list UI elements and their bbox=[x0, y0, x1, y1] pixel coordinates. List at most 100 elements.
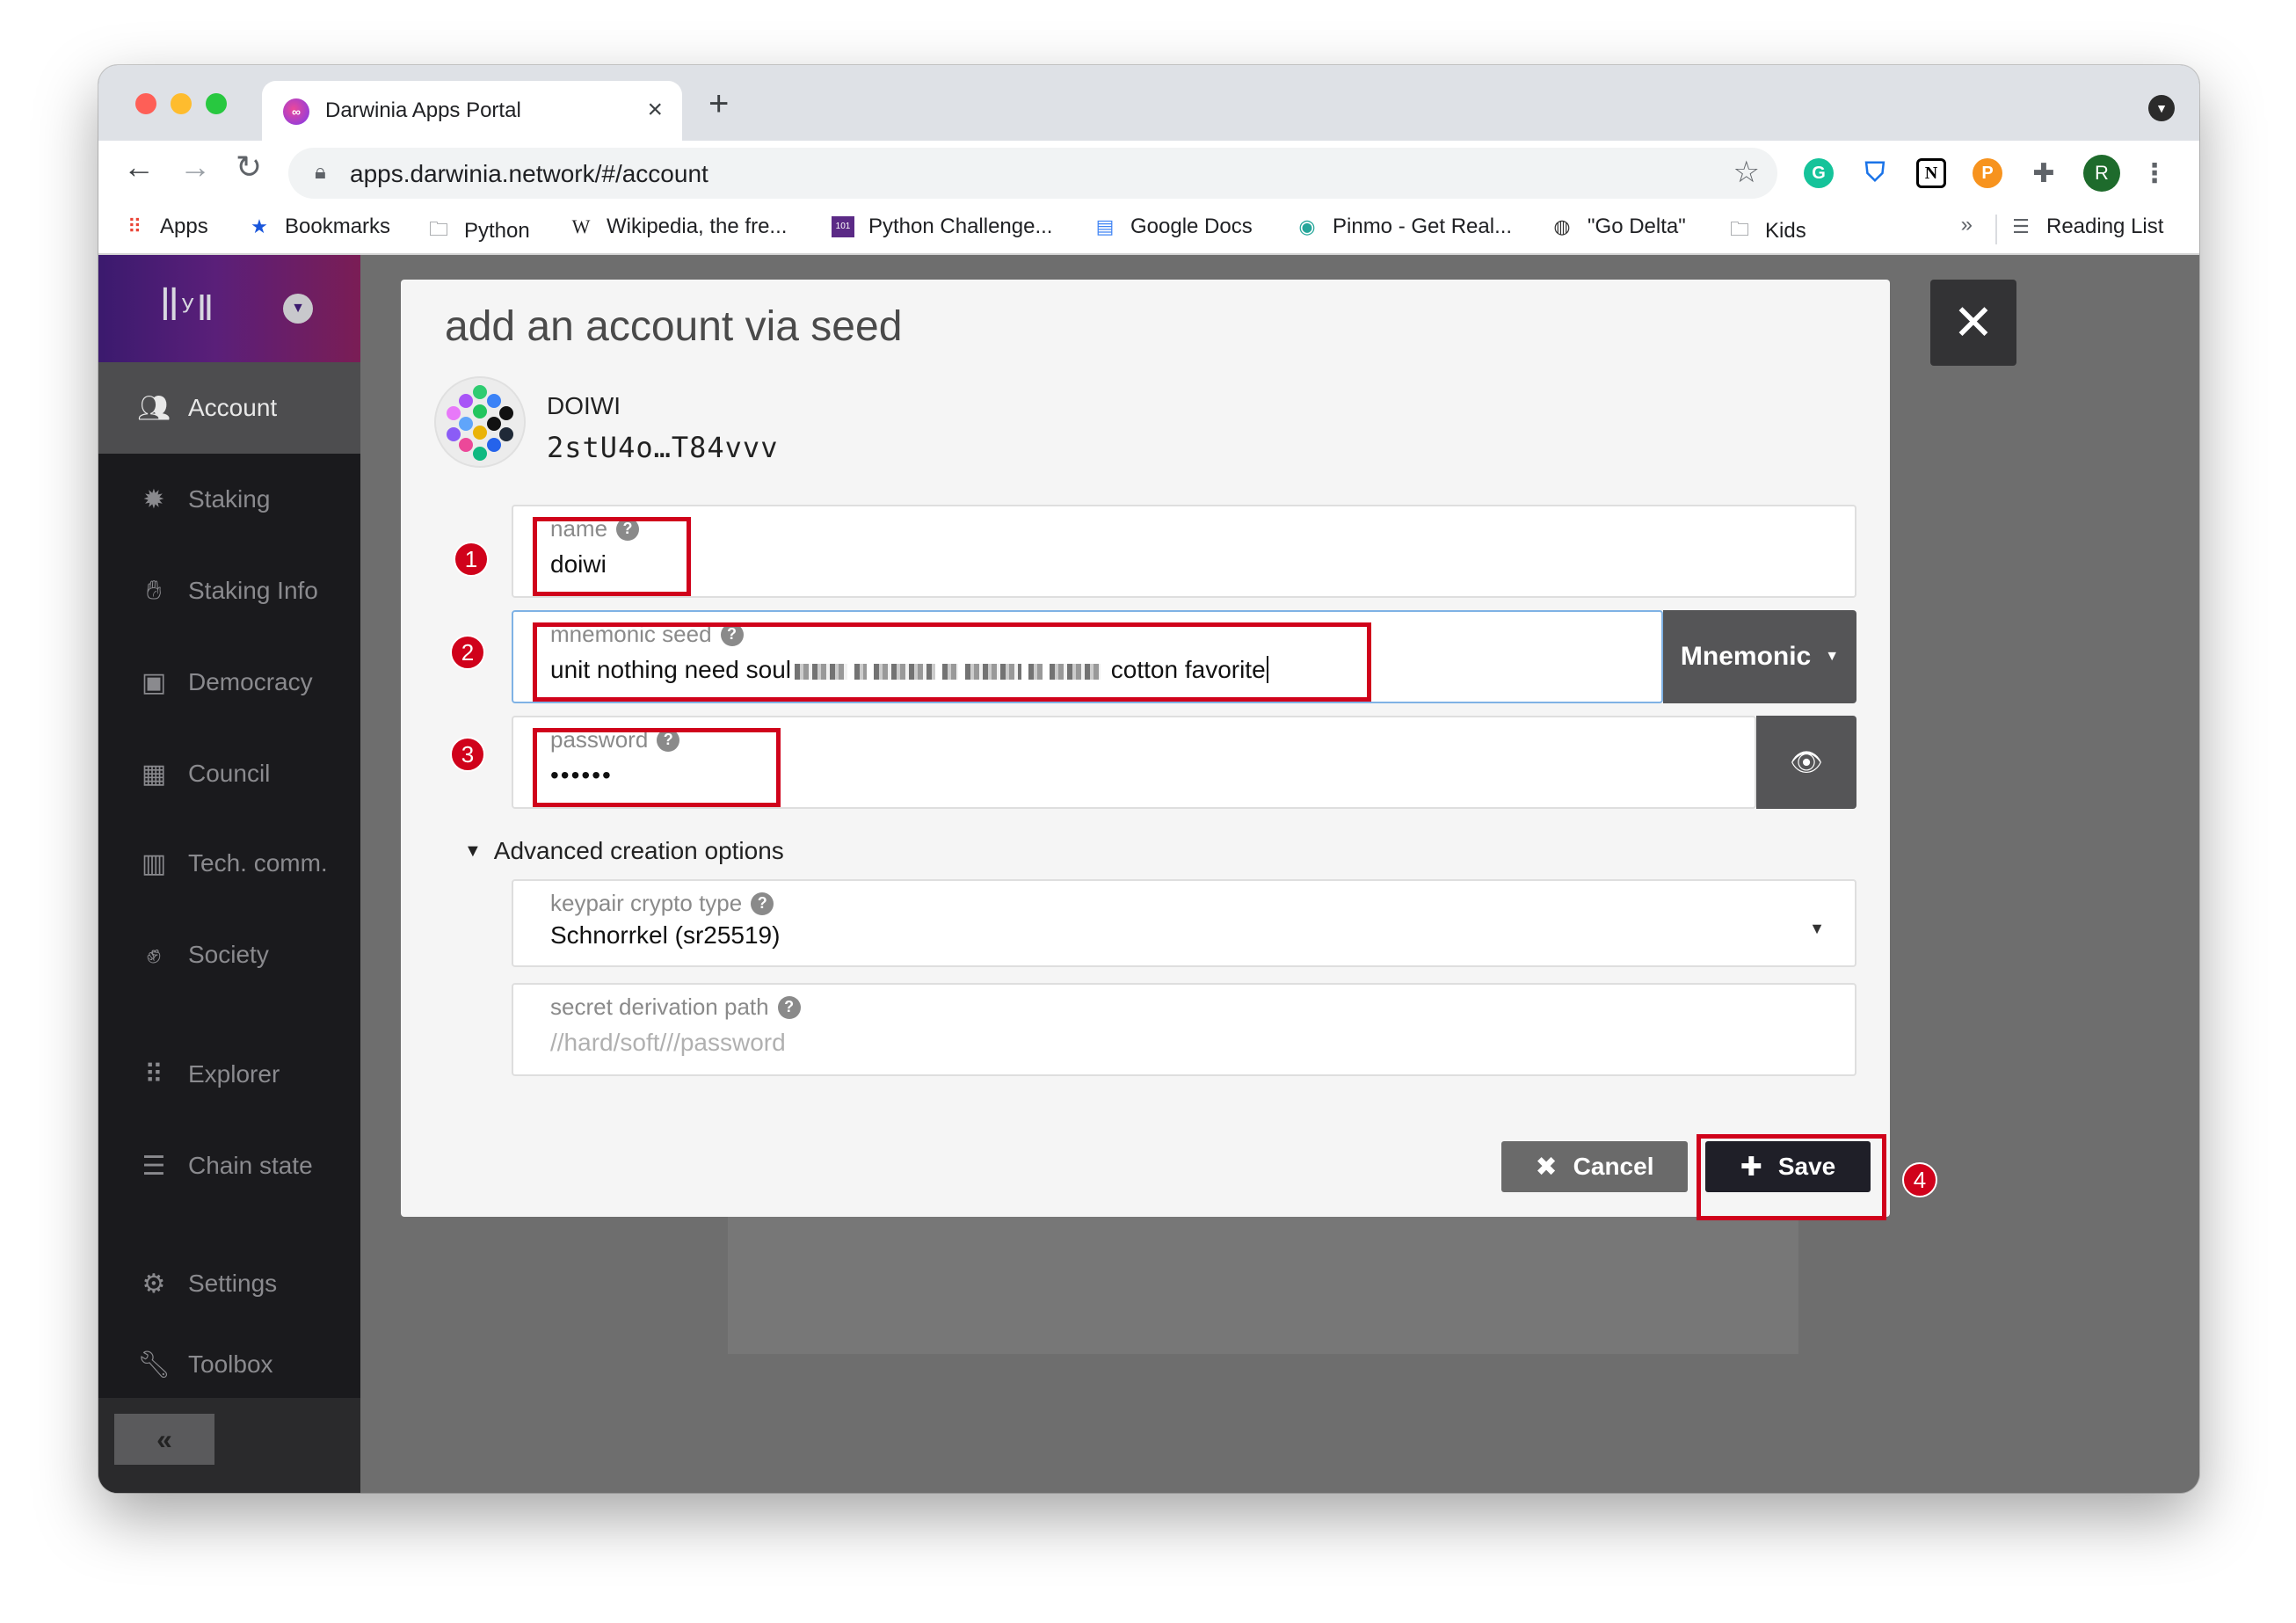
bookmark-python-challenge[interactable]: 101 Python Challenge... bbox=[832, 215, 1052, 239]
close-window-button[interactable] bbox=[135, 93, 156, 114]
annotation-box-save bbox=[1697, 1134, 1886, 1220]
account-name-preview: DOIWI bbox=[547, 392, 621, 419]
bookmark-label: Bookmarks bbox=[285, 215, 391, 238]
bookmark-python[interactable]: 🗀 Python bbox=[427, 215, 530, 248]
bookmark-wikipedia[interactable]: W Wikipedia, the fre... bbox=[570, 215, 788, 239]
sidebar-item-label: Explorer bbox=[188, 1060, 280, 1088]
close-modal-icon[interactable]: ✕ bbox=[1930, 280, 2016, 366]
sidebar-item-label: Council bbox=[188, 760, 271, 787]
sidebar-item-label: Tech. comm. bbox=[188, 849, 328, 877]
help-icon[interactable]: ? bbox=[751, 892, 774, 915]
annotation-badge-2: 2 bbox=[450, 635, 485, 670]
new-tab-button[interactable]: + bbox=[708, 84, 729, 124]
bookmark-bookmarks[interactable]: ★ Bookmarks bbox=[248, 215, 390, 239]
grammarly-extension-icon[interactable]: G bbox=[1804, 158, 1834, 188]
show-password-eye-icon[interactable]: 👁︎ bbox=[1756, 716, 1856, 809]
sidebar-item-staking[interactable]: ✹ Staking bbox=[98, 454, 360, 545]
zoom-window-button[interactable] bbox=[206, 93, 227, 114]
app-area: ꟾꟾʸⅡ ▼ 👥︎ Account ✹ Staking ✋︎ Staking I… bbox=[98, 255, 2199, 1493]
bookmark-star-icon[interactable]: ☆ bbox=[1733, 155, 1760, 190]
url-text[interactable]: apps.darwinia.network/#/account bbox=[350, 160, 708, 188]
wrench-icon: 🔧︎ bbox=[136, 1350, 171, 1379]
browser-window: ∞ Darwinia Apps Portal × + ▼ ← → ↻ 🔒︎ ap… bbox=[98, 65, 2199, 1493]
derivation-label: secret derivation path ? bbox=[550, 993, 801, 1021]
derivation-path-field[interactable]: secret derivation path ? //hard/soft///p… bbox=[512, 983, 1856, 1076]
reading-list-button[interactable]: ☰ Reading List bbox=[2009, 215, 2163, 239]
bookmark-label: Google Docs bbox=[1130, 215, 1253, 238]
account-identicon bbox=[436, 378, 524, 466]
browser-menu-icon[interactable]: ⋮ bbox=[2140, 158, 2169, 188]
bookmark-kids[interactable]: 🗀 Kids bbox=[1728, 215, 1806, 248]
sidebar-item-settings[interactable]: ⚙︎ Settings bbox=[98, 1238, 360, 1329]
bookmark-go-delta[interactable]: ◍ "Go Delta" bbox=[1551, 215, 1686, 239]
reload-icon[interactable]: ↻ bbox=[236, 151, 262, 183]
browser-toolbar: ← → ↻ 🔒︎ apps.darwinia.network/#/account… bbox=[98, 141, 2199, 204]
sidebar-item-explorer[interactable]: ⠿ Explorer bbox=[98, 1029, 360, 1120]
address-bar[interactable]: 🔒︎ apps.darwinia.network/#/account ☆ bbox=[288, 148, 1777, 199]
browser-tab[interactable]: ∞ Darwinia Apps Portal × bbox=[262, 81, 682, 141]
sidebar-item-democracy[interactable]: ▣ Democracy bbox=[98, 637, 360, 728]
tab-title: Darwinia Apps Portal bbox=[325, 98, 521, 122]
back-arrow-icon[interactable]: ← bbox=[123, 151, 155, 183]
derivation-label-text: secret derivation path bbox=[550, 993, 769, 1020]
price-extension-icon[interactable]: P bbox=[1973, 158, 2002, 188]
tab-search-icon[interactable]: ▼ bbox=[2148, 95, 2175, 121]
annotation-badge-3: 3 bbox=[450, 737, 485, 772]
annotation-badge-4: 4 bbox=[1902, 1162, 1937, 1197]
bookmark-pinmo[interactable]: ◉ Pinmo - Get Real... bbox=[1296, 215, 1512, 239]
darwinia-logo: ꟾꟾʸⅡ bbox=[160, 288, 214, 329]
database-icon: ☰ bbox=[142, 1151, 166, 1181]
minimize-window-button[interactable] bbox=[171, 93, 192, 114]
cancel-label: Cancel bbox=[1573, 1153, 1654, 1180]
sidebar-item-label: Toolbox bbox=[188, 1350, 273, 1378]
sidebar-item-label: Staking Info bbox=[188, 577, 318, 604]
sidebar-item-label: Settings bbox=[188, 1270, 278, 1297]
bookmark-apps[interactable]: ⠿ Apps bbox=[123, 215, 208, 239]
annotation-box-name bbox=[533, 517, 691, 596]
sidebar-item-chain-state[interactable]: ☰ Chain state bbox=[98, 1120, 360, 1212]
bookmark-label: Python Challenge... bbox=[868, 215, 1053, 238]
bookmark-label: Kids bbox=[1765, 219, 1806, 243]
triangle-down-icon: ▼ bbox=[464, 841, 482, 861]
sidebar-item-council[interactable]: ▦ Council bbox=[98, 728, 360, 819]
derivation-path-input[interactable]: //hard/soft///password bbox=[550, 1029, 786, 1057]
sidebar-item-society[interactable]: ✊︎ Society bbox=[98, 909, 360, 1001]
forward-arrow-icon[interactable]: → bbox=[179, 151, 211, 183]
folder-icon: 🗀 bbox=[1729, 218, 1749, 240]
tab-close-icon[interactable]: × bbox=[647, 95, 663, 125]
help-icon[interactable]: ? bbox=[777, 995, 801, 1019]
bookmark-label: Wikipedia, the fre... bbox=[607, 215, 788, 238]
crypto-type-value: Schnorrkel (sr25519) bbox=[550, 921, 781, 949]
name-field[interactable]: name ? doiwi bbox=[512, 505, 1856, 598]
certificate-icon: ✹ bbox=[142, 484, 165, 514]
sidebar-item-toolbox[interactable]: 🔧︎ Toolbox bbox=[98, 1329, 360, 1400]
folder-icon: 🗀 bbox=[428, 218, 448, 240]
apps-grid-icon: ⠿ bbox=[127, 215, 142, 237]
bookmark-label: "Go Delta" bbox=[1588, 215, 1686, 238]
notion-extension-icon[interactable]: N bbox=[1916, 158, 1946, 188]
bookmarks-overflow-icon[interactable]: » bbox=[1961, 213, 1973, 237]
caret-down-icon: ▼ bbox=[1825, 649, 1840, 664]
sidebar: ꟾꟾʸⅡ ▼ 👥︎ Account ✹ Staking ✋︎ Staking I… bbox=[98, 255, 360, 1493]
advanced-options-toggle[interactable]: ▼ Advanced creation options bbox=[464, 837, 784, 865]
bookmark-label: Pinmo - Get Real... bbox=[1333, 215, 1513, 238]
crypto-type-label: keypair crypto type ? bbox=[550, 890, 774, 917]
google-docs-icon: ▤ bbox=[1095, 215, 1115, 237]
crypto-type-select[interactable]: keypair crypto type ? Schnorrkel (sr2551… bbox=[512, 879, 1856, 967]
sidebar-header: ꟾꟾʸⅡ ▼ bbox=[98, 255, 360, 362]
sidebar-item-staking-info[interactable]: ✋︎ Staking Info bbox=[98, 545, 360, 637]
sidebar-item-tech-comm[interactable]: ▥ Tech. comm. bbox=[98, 818, 360, 909]
pin-extension-icon[interactable]: ⛉ bbox=[1860, 158, 1890, 188]
sidebar-collapse-button[interactable]: « bbox=[114, 1414, 214, 1465]
profile-avatar[interactable]: R bbox=[2083, 155, 2120, 192]
x-icon: ✖ bbox=[1535, 1152, 1558, 1182]
sidebar-item-account[interactable]: 👥︎ Account bbox=[98, 362, 360, 454]
chain-selector-chevron-icon[interactable]: ▼ bbox=[283, 294, 313, 324]
extensions-puzzle-icon[interactable]: ✚ bbox=[2029, 158, 2059, 188]
mnemonic-type-dropdown[interactable]: Mnemonic ▼ bbox=[1663, 610, 1856, 703]
building-icon: ▦ bbox=[141, 759, 167, 789]
star-icon: ★ bbox=[251, 215, 268, 237]
cancel-button[interactable]: ✖ Cancel bbox=[1501, 1141, 1688, 1192]
hand-icon: ✋︎ bbox=[146, 576, 162, 605]
bookmark-google-docs[interactable]: ▤ Google Docs bbox=[1094, 215, 1253, 239]
